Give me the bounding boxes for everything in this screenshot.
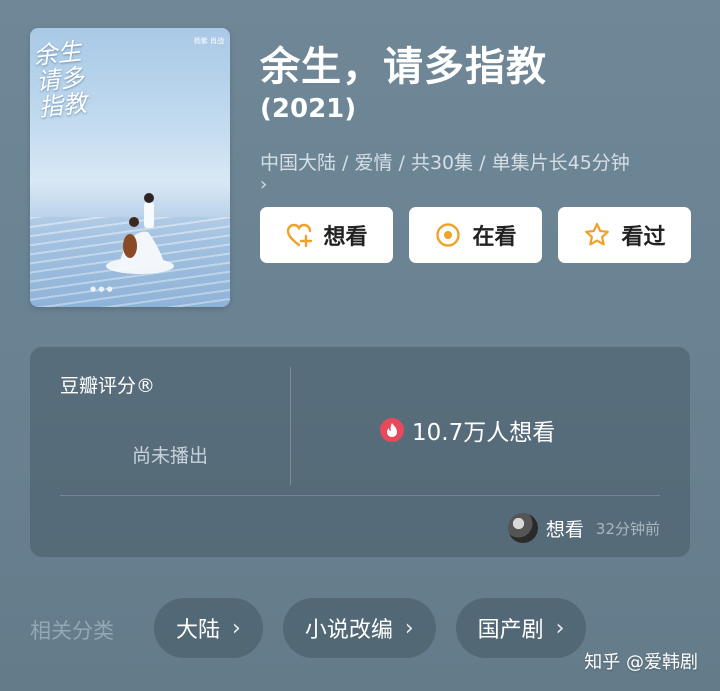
rating-card: 豆瓣评分® 尚未播出 10.7万人想看 想看 32分钟前 [30, 347, 690, 557]
couple-illustration [106, 193, 174, 274]
chevron-right-icon: › [555, 615, 565, 641]
horizontal-divider [60, 495, 660, 496]
douban-rating-label: 豆瓣评分® [60, 375, 156, 397]
release-year: (2021) [260, 94, 357, 124]
watching-label: 在看 [472, 225, 517, 250]
want-count[interactable]: 10.7万人想看 [380, 413, 555, 447]
poster-title-art: 余生请多指教 [31, 37, 89, 122]
chip-label: 大陆 [176, 618, 221, 643]
chevron-right-icon: › [232, 615, 241, 641]
related-categories-label: 相关分类 [30, 619, 114, 643]
want-button[interactable]: 想看 [260, 207, 393, 263]
watching-button[interactable]: 在看 [409, 207, 542, 263]
rating-status: 尚未播出 [132, 445, 209, 467]
chip-label: 国产剧 [477, 618, 544, 643]
category-chips: 大陆 › 小说改编 › 国产剧 › [154, 598, 587, 658]
chevron-right-icon[interactable]: › [260, 176, 680, 194]
target-icon [436, 223, 461, 247]
drama-meta[interactable]: 中国大陆 / 爱情 / 共30集 / 单集片长45分钟 › [260, 150, 680, 194]
watermark: 知乎 @爱韩剧 [584, 652, 698, 673]
vertical-divider [290, 367, 291, 485]
drama-title: 余生，请多指教 [260, 44, 547, 90]
avatar[interactable] [507, 513, 538, 543]
watched-label: 看过 [621, 225, 666, 250]
chevron-right-icon: › [404, 615, 414, 641]
drama-poster[interactable]: 余生请多指教 杨紫 肖战 ● ● ● [30, 28, 230, 307]
heart-plus-icon [287, 223, 313, 248]
poster-cast: 杨紫 肖战 [193, 37, 224, 45]
want-label: 想看 [323, 225, 368, 250]
chip-label: 小说改编 [304, 618, 393, 643]
action-buttons: 想看 在看 看过 [260, 207, 691, 263]
meta-text: 中国大陆 / 爱情 / 共30集 / 单集片长45分钟 [260, 152, 630, 174]
watched-button[interactable]: 看过 [558, 207, 691, 263]
fire-icon [380, 418, 404, 442]
want-count-text: 10.7万人想看 [412, 420, 556, 446]
recent-activity[interactable]: 想看 32分钟前 [507, 513, 660, 543]
poster-logos: ● ● ● [90, 285, 113, 293]
activity-action: 想看 [545, 518, 584, 541]
star-icon [585, 222, 610, 246]
category-chip-mainland[interactable]: 大陆 › [154, 598, 263, 658]
activity-time: 32分钟前 [595, 519, 660, 538]
category-chip-novel-adaptation[interactable]: 小说改编 › [282, 598, 436, 658]
category-chip-domestic-drama[interactable]: 国产剧 › [455, 598, 587, 658]
